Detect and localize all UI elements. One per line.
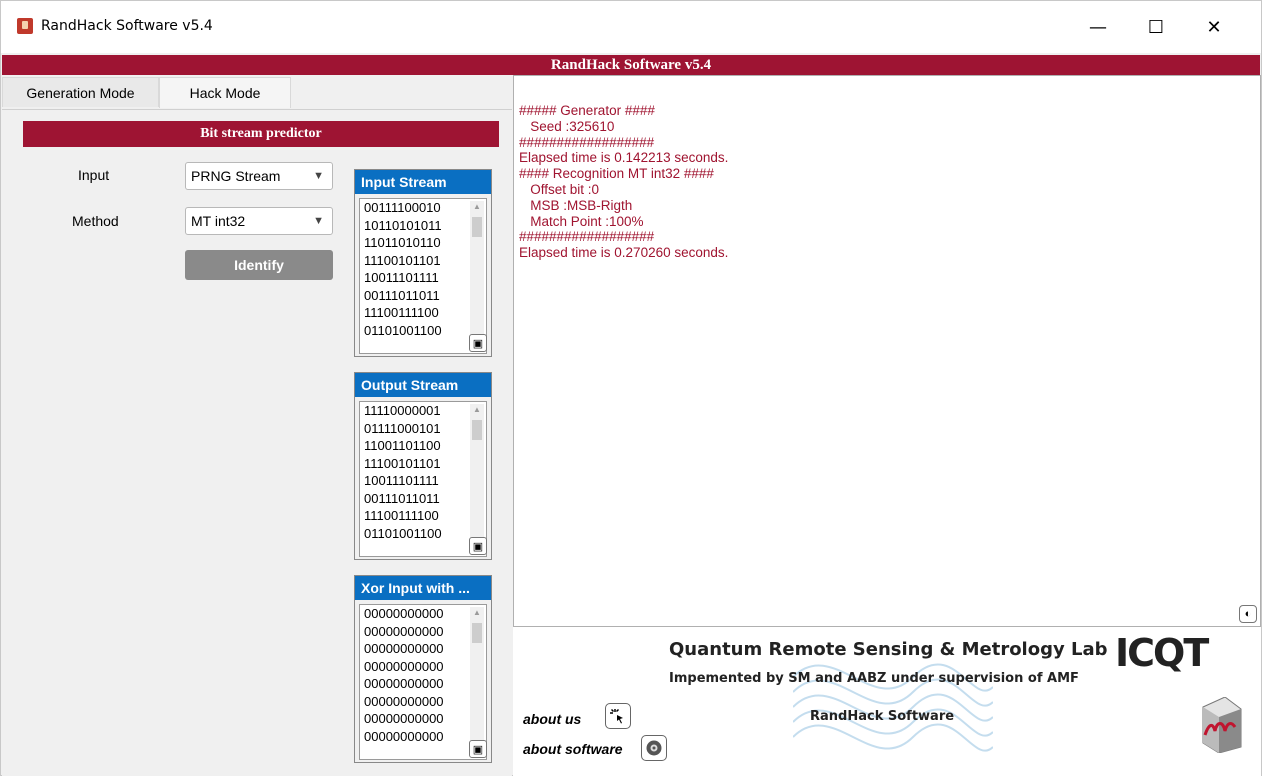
list-item: 00000000000 [364, 676, 444, 691]
list-item: 00111011011 [364, 287, 440, 303]
method-select-value: MT int32 [191, 213, 246, 229]
list-item: 00000000000 [364, 623, 444, 639]
output-stream-panel: Output Stream 11110000001 01111000101 11… [354, 372, 492, 560]
list-item: 00000000000 [364, 728, 444, 744]
scroll-thumb[interactable] [472, 420, 482, 440]
mode-tabs: Generation Mode Hack Mode [2, 77, 512, 110]
maximize-button[interactable]: ☐ [1133, 1, 1179, 53]
list-item: 10011101111 [364, 473, 439, 488]
list-item: 01111000101 [364, 420, 441, 436]
method-label: Method [72, 213, 119, 229]
window-title: RandHack Software v5.4 [41, 18, 213, 34]
scroll-up-icon[interactable]: ▲ [470, 404, 484, 416]
disc-icon[interactable] [641, 735, 667, 761]
input-select-value: PRNG Stream [191, 168, 281, 184]
save-icon[interactable]: ▣ [469, 334, 487, 352]
tab-hack-mode[interactable]: Hack Mode [159, 77, 291, 108]
list-item: 11110000001 [364, 403, 441, 418]
chevron-down-icon: ▼ [313, 215, 324, 227]
list-item: 00000000000 [364, 693, 444, 709]
scrollbar[interactable]: ▲ [470, 404, 484, 554]
log-line: ################## [519, 134, 655, 150]
list-item: 01101001100 [364, 322, 442, 338]
scrollbar[interactable]: ▲ [470, 201, 484, 351]
log-line: MSB :MSB-Rigth [519, 197, 633, 213]
input-stream-list[interactable]: 00111100010 10110101011 11011010110 1110… [359, 198, 487, 354]
log-line: Elapsed time is 0.270260 seconds. [519, 245, 729, 261]
about-us-label: about us [523, 711, 582, 727]
log-text: ##### Generator #### Seed :325610 ######… [519, 103, 728, 261]
tab-generation-mode[interactable]: Generation Mode [2, 77, 159, 107]
list-item: 00000000000 [364, 711, 444, 726]
log-line: Seed :325610 [519, 118, 615, 134]
about-software-label: about software [523, 741, 623, 757]
log-line: Elapsed time is 0.142213 seconds. [519, 150, 729, 166]
input-stream-title: Input Stream [355, 170, 491, 194]
list-item: 00111100010 [364, 200, 441, 215]
log-line: Match Point :100% [519, 213, 644, 229]
list-item: 11011010110 [364, 235, 441, 250]
left-pane: Generation Mode Hack Mode Bit stream pre… [2, 75, 512, 776]
scroll-up-icon[interactable]: ▲ [470, 201, 484, 213]
scroll-thumb[interactable] [472, 623, 482, 643]
predictor-title: Bit stream predictor [23, 121, 499, 147]
xor-stream-title: Xor Input with ... [355, 576, 491, 600]
app-banner: RandHack Software v5.4 [2, 55, 1260, 75]
list-item: 00000000000 [364, 641, 444, 656]
list-item: 11100101101 [364, 455, 441, 471]
list-item: 00000000000 [364, 658, 444, 674]
tabs-divider [2, 109, 512, 110]
input-stream-panel: Input Stream 00111100010 10110101011 110… [354, 169, 492, 357]
identify-button[interactable]: Identify [185, 250, 333, 280]
footer: Quantum Remote Sensing & Metrology Lab I… [513, 627, 1261, 776]
log-line: ################## [519, 229, 655, 245]
scrollbar[interactable]: ▲ [470, 607, 484, 757]
scroll-up-icon[interactable]: ▲ [470, 607, 484, 619]
method-select[interactable]: MT int32 ▼ [185, 207, 333, 235]
xor-stream-list[interactable]: 00000000000 00000000000 00000000000 0000… [359, 604, 487, 760]
save-icon[interactable]: ▣ [469, 537, 487, 555]
list-item: 01101001100 [364, 525, 442, 541]
log-line: #### Recognition MT int32 #### [519, 166, 714, 182]
list-item: 10110101011 [364, 217, 442, 233]
scroll-thumb[interactable] [472, 217, 482, 237]
software-name: RandHack Software [810, 709, 955, 724]
list-item: 00111011011 [364, 490, 440, 506]
list-item: 11100111100 [364, 508, 439, 523]
list-item: 10011101111 [364, 270, 439, 285]
credits-text: Impemented by SM and AABZ under supervis… [669, 671, 1079, 686]
input-label: Input [78, 167, 110, 183]
log-output-area[interactable]: ##### Generator #### Seed :325610 ######… [513, 75, 1261, 627]
list-item: 11001101100 [364, 438, 441, 453]
save-icon[interactable]: ▣ [469, 740, 487, 758]
close-button[interactable]: ✕ [1191, 1, 1237, 53]
output-stream-title: Output Stream [355, 373, 491, 397]
output-stream-list[interactable]: 11110000001 01111000101 11001101100 1110… [359, 401, 487, 557]
lab-title: Quantum Remote Sensing & Metrology Lab [669, 639, 1108, 660]
randhack-app-icon [17, 18, 33, 34]
log-line: ##### Generator #### [519, 103, 655, 118]
input-select[interactable]: PRNG Stream ▼ [185, 162, 333, 190]
list-item: 00000000000 [364, 606, 444, 621]
clear-icon[interactable]: ◐ [1239, 605, 1257, 623]
xor-stream-panel: Xor Input with ... 00000000000 000000000… [354, 575, 492, 763]
lab-logo-icon [1202, 697, 1242, 753]
list-item: 11100101101 [364, 252, 441, 268]
log-line: Offset bit :0 [519, 181, 600, 197]
chevron-down-icon: ▼ [313, 170, 324, 182]
app-window: RandHack Software v5.4 — ☐ ✕ RandHack So… [0, 0, 1262, 776]
icqt-logo: ICQT [1115, 631, 1209, 675]
minimize-button[interactable]: — [1075, 1, 1121, 53]
cursor-click-icon[interactable] [605, 703, 631, 729]
list-item: 11100111100 [364, 305, 439, 320]
title-bar: RandHack Software v5.4 — ☐ ✕ [1, 1, 1261, 53]
